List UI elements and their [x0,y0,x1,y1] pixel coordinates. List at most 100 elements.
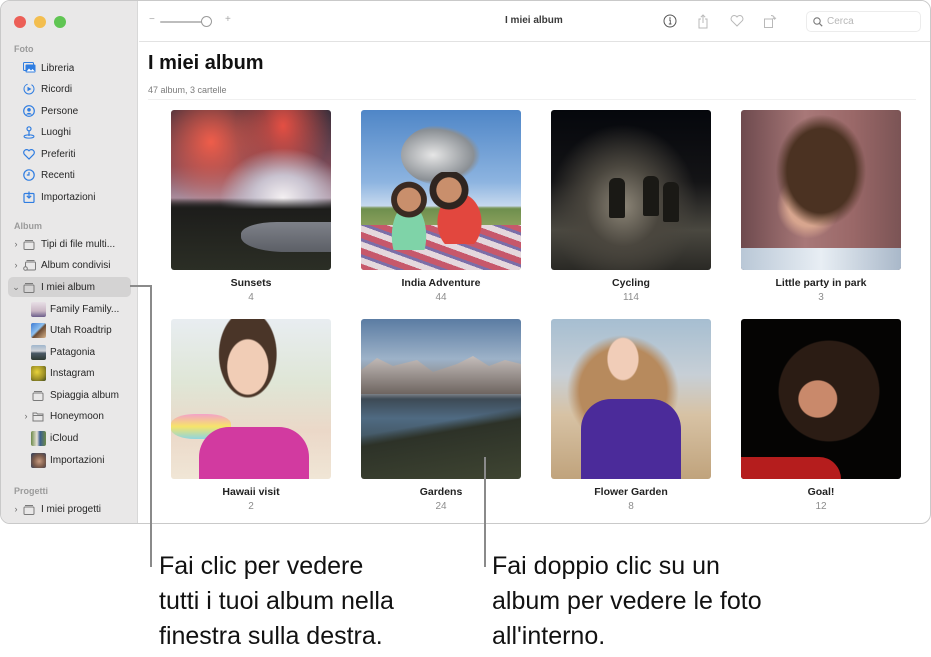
album-card[interactable]: Goal! 12 [741,319,901,512]
sidebar-item-instagram[interactable]: Instagram [8,363,131,383]
chevron-right-icon[interactable]: › [12,239,20,249]
sidebar-item-patagonia[interactable]: Patagonia [8,342,131,362]
sidebar-item-libreria[interactable]: Libreria [8,58,131,78]
sidebar-item-label: Spiaggia album [50,389,119,401]
heart-icon [22,147,36,161]
album-name: Goal! [807,486,835,498]
sidebar-item-preferiti[interactable]: Preferiti [8,144,131,164]
chevron-down-icon[interactable]: ⌄ [12,282,20,293]
album-card[interactable]: Flower Garden 8 [551,319,711,512]
zoom-out-icon[interactable]: − [149,14,155,25]
folder-icon [22,237,36,251]
search-box[interactable] [806,11,921,32]
chevron-right-icon[interactable]: › [22,411,30,421]
sidebar-item-tipi-di-file[interactable]: › Tipi di file multi... [8,234,131,254]
section-label-foto: Foto [14,44,34,54]
sidebar-item-label: Libreria [41,62,75,74]
sidebar-item-importazioni[interactable]: Importazioni [8,187,131,207]
chevron-right-icon[interactable]: › [12,504,20,514]
album-count: 8 [628,501,634,512]
album-thumbnail [31,365,46,381]
album-cover[interactable] [171,110,331,270]
callout-line-text: Fai doppio clic su un [492,552,720,580]
sidebar-item-album-condivisi[interactable]: › Album condivisi [8,255,131,275]
album-thumbnail [31,322,46,338]
album-thumbnail [31,452,46,468]
favorite-button[interactable] [728,12,746,30]
album-name: India Adventure [401,277,481,289]
album-card[interactable]: Gardens 24 [361,319,521,512]
rotate-button[interactable] [761,12,779,30]
sidebar-item-spiaggia-album[interactable]: Spiaggia album [8,385,131,405]
album-count: 4 [248,292,254,303]
album-cover[interactable] [741,319,901,479]
album-cover[interactable] [171,319,331,479]
share-button[interactable] [694,12,712,30]
callout-leader-sidebar [150,285,152,567]
album-count: 24 [435,501,447,512]
sidebar-item-honeymoon[interactable]: › Honeymoon [8,406,131,426]
album-count: 12 [815,501,827,512]
search-input[interactable] [827,16,912,27]
rotate-icon [764,14,777,28]
window-title: I miei album [505,15,563,26]
album-name: Gardens [419,486,463,498]
album-cover[interactable] [741,110,901,270]
callout-line-text: all'interno. [492,622,606,650]
info-button[interactable] [661,12,679,30]
album-card[interactable]: Cycling 114 [551,110,711,303]
sidebar-item-icloud[interactable]: iCloud [8,428,131,448]
sidebar-item-i-miei-album[interactable]: ⌄ I miei album [8,277,131,297]
sidebar-item-importazioni-album[interactable]: Importazioni [8,450,131,470]
sidebar-item-label: Importazioni [50,454,105,466]
close-button[interactable] [14,16,26,28]
sidebar-item-recenti[interactable]: Recenti [8,165,131,185]
sidebar-item-label: Recenti [41,169,75,181]
toolbar: − + I miei album [139,1,930,42]
album-count: 2 [248,501,254,512]
share-icon [698,13,708,28]
sidebar-item-i-miei-progetti[interactable]: › I miei progetti [8,499,131,519]
sidebar-item-luoghi[interactable]: Luoghi [8,122,131,142]
places-icon [22,125,36,139]
sidebar-item-label: Tipi di file multi... [41,238,116,250]
album-count: 3 [818,292,824,303]
callout-text-album: Fai doppio clic su un album per vedere l… [492,549,762,654]
zoom-track[interactable] [160,21,206,23]
album-cover[interactable] [361,110,521,270]
sidebar-item-persone[interactable]: Persone [8,101,131,121]
album-cover[interactable] [551,110,711,270]
sidebar-item-label: Patagonia [50,346,96,358]
traffic-lights [14,16,66,28]
album-name: Flower Garden [594,486,668,498]
sidebar-item-label: Honeymoon [50,410,104,422]
zoom-slider[interactable]: − + [149,14,231,28]
header-divider [148,99,916,100]
sidebar-item-utah-roadtrip[interactable]: Utah Roadtrip [8,320,131,340]
chevron-right-icon[interactable]: › [12,260,20,270]
zoom-in-icon[interactable]: + [225,14,231,25]
search-icon [813,16,823,27]
album-card[interactable]: Sunsets 4 [171,110,331,303]
album-card[interactable]: Hawaii visit 2 [171,319,331,512]
zoom-button[interactable] [54,16,66,28]
callout-line-text: album per vedere le foto [492,587,762,615]
folder-icon [22,502,36,516]
sidebar-item-label: Preferiti [41,148,76,160]
library-icon [22,61,36,75]
album-cover[interactable] [551,319,711,479]
photos-window: Foto Libreria Ricordi Persone Luoghi Pre… [0,0,931,524]
sidebar: Foto Libreria Ricordi Persone Luoghi Pre… [1,1,138,523]
section-label-progetti: Progetti [14,486,49,496]
sidebar-item-family-family[interactable]: Family Family... [8,299,131,319]
people-icon [22,104,36,118]
album-thumbnail [31,430,46,446]
album-card[interactable]: India Adventure 44 [361,110,521,303]
sidebar-item-ricordi[interactable]: Ricordi [8,79,131,99]
album-card[interactable]: Little party in park 3 [741,110,901,303]
callout-text-sidebar: Fai clic per vedere tutti i tuoi album n… [159,549,394,654]
album-cover[interactable] [361,319,521,479]
minimize-button[interactable] [34,16,46,28]
sidebar-item-label: Utah Roadtrip [50,324,112,336]
zoom-knob[interactable] [201,16,212,27]
